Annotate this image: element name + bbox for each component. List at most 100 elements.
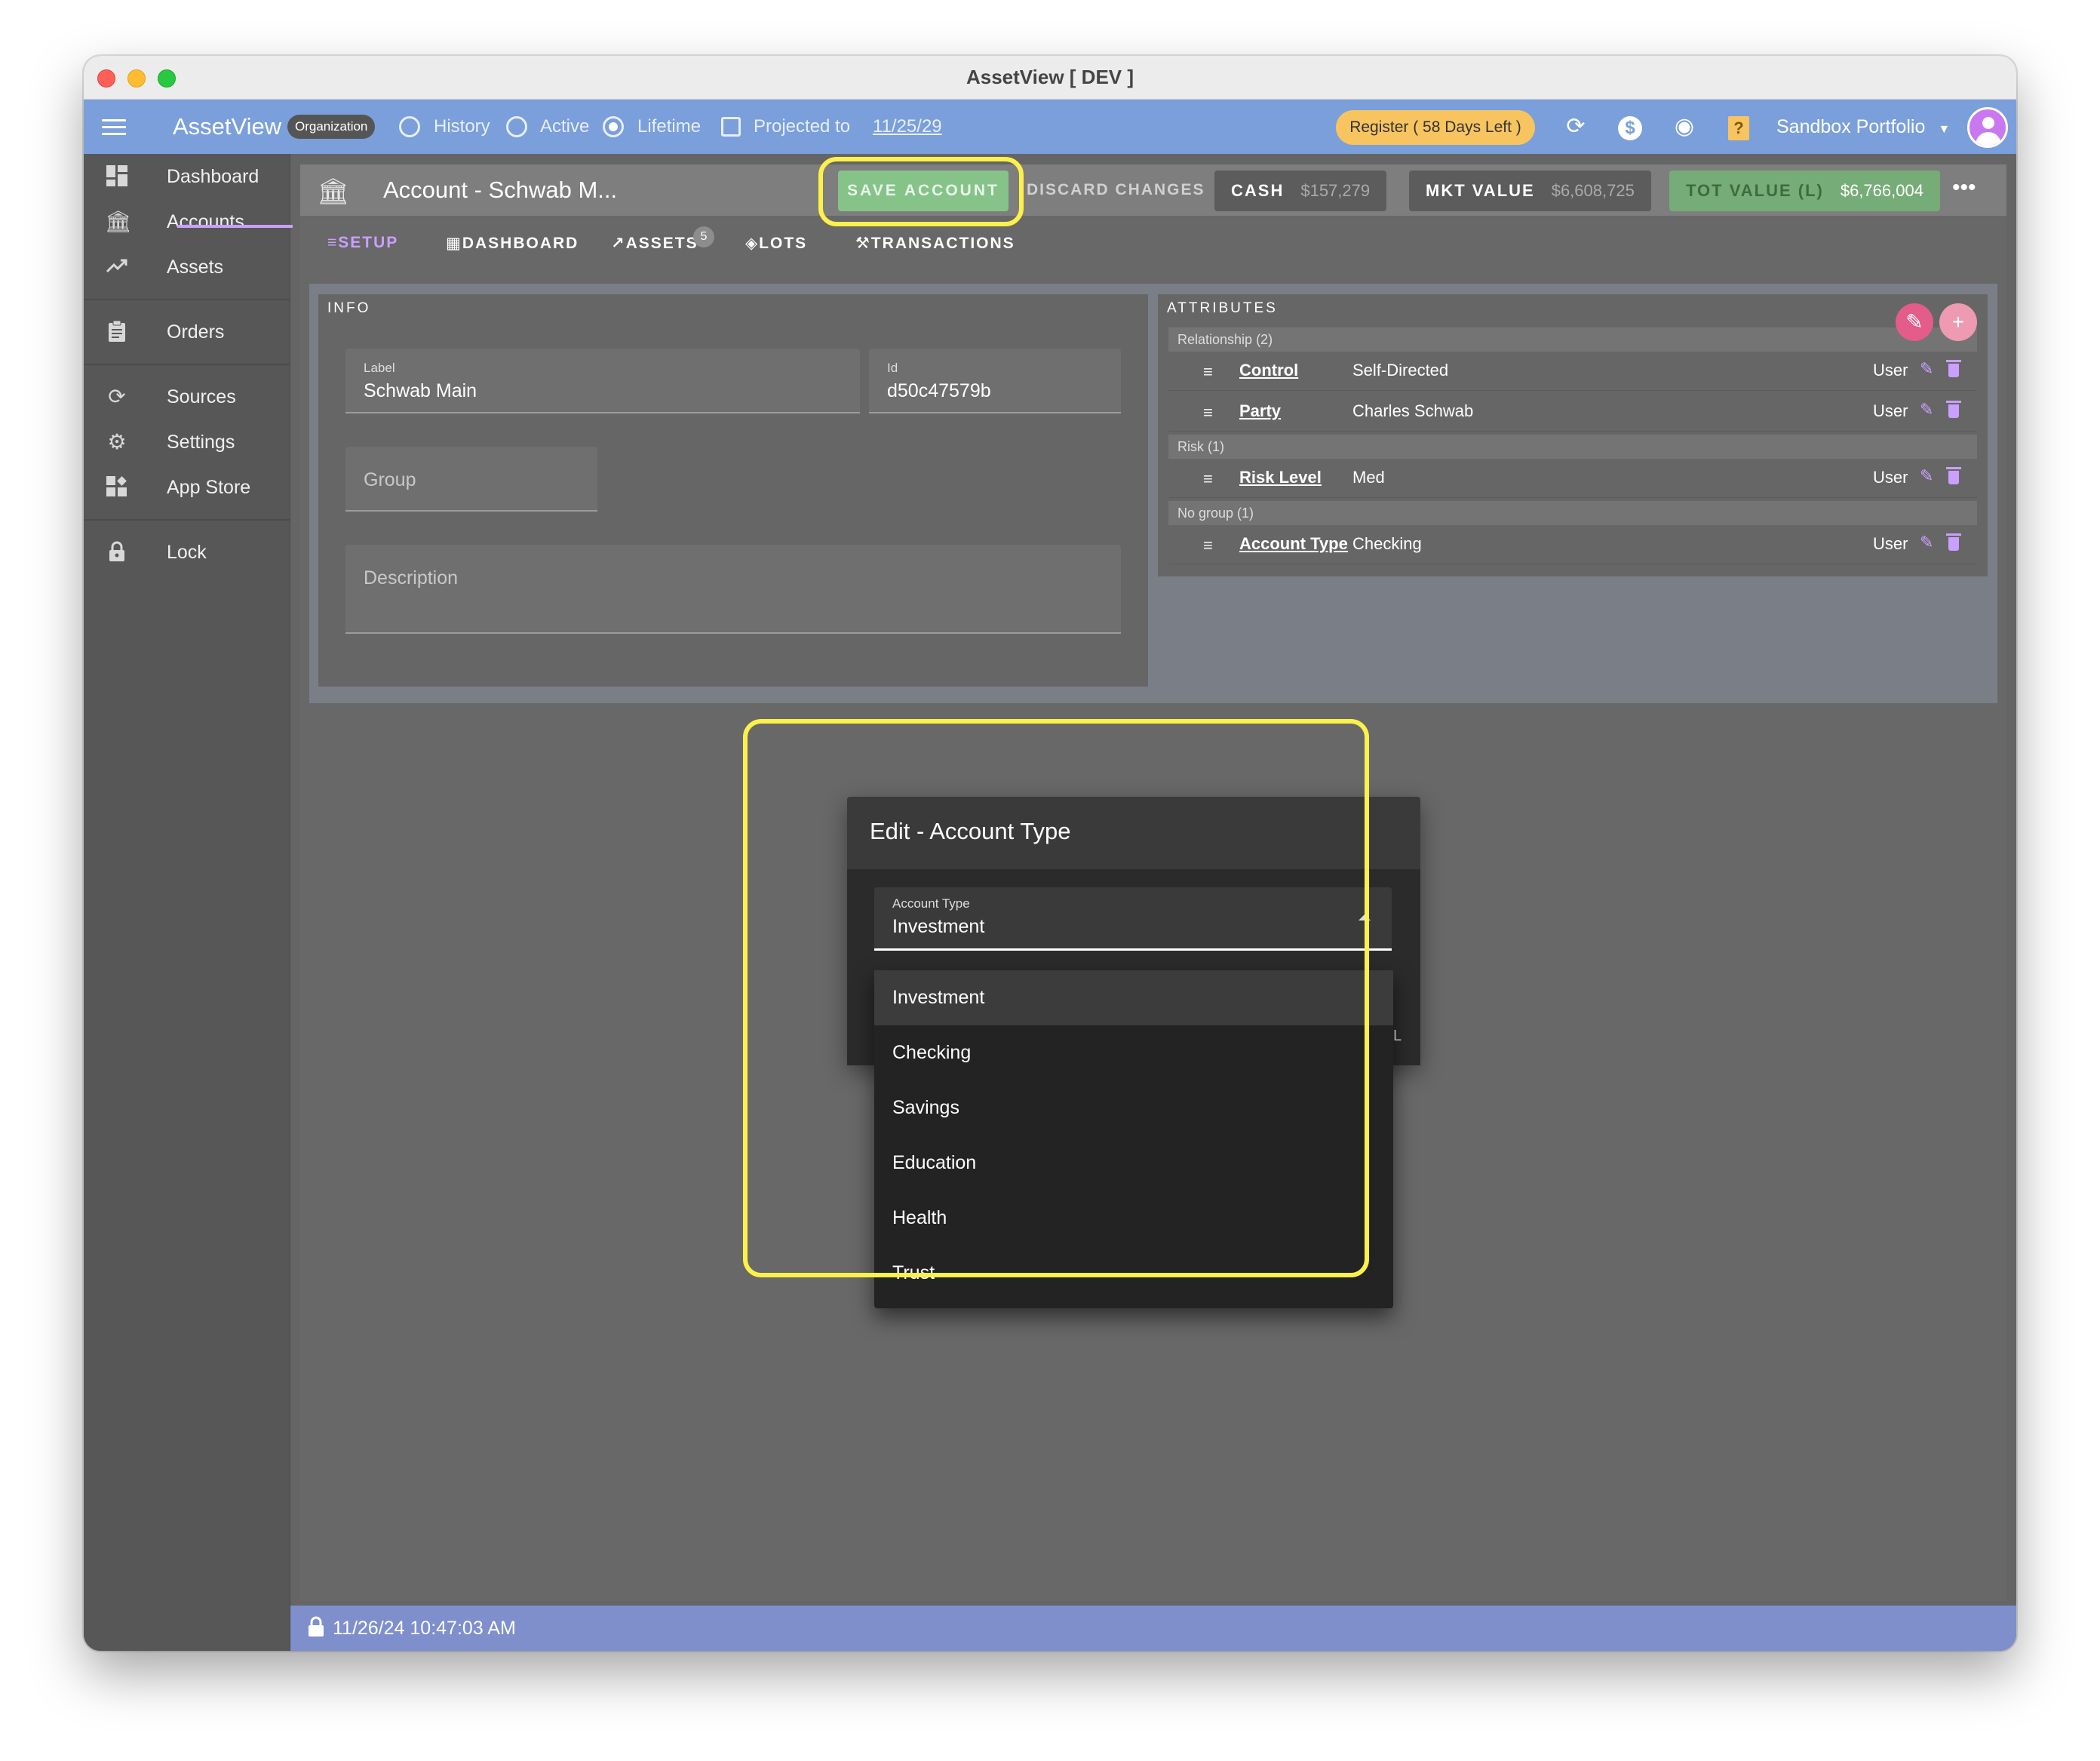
attribute-value: Med <box>1352 468 1385 487</box>
sidebar-item-label: Lock <box>167 542 207 563</box>
sidebar-item-dashboard[interactable]: Dashboard <box>84 154 290 199</box>
attribute-value: Checking <box>1352 534 1422 553</box>
attribute-value: Charles Schwab <box>1352 401 1474 420</box>
mkt-value-value: $6,608,725 <box>1551 181 1635 200</box>
tab-label: SETUP <box>338 234 399 251</box>
tab-transactions[interactable]: ⚒TRANSACTIONS <box>855 234 1015 253</box>
lock-icon <box>105 540 129 564</box>
info-panel: INFO Label Schwab Main Id d50c47579b Gro… <box>318 294 1148 687</box>
sidebar-item-label: App Store <box>167 477 251 498</box>
edit-pencil-icon[interactable]: ✎ <box>1920 466 1933 486</box>
delete-trash-icon[interactable] <box>1946 467 1961 484</box>
cash-chip: CASH $157,279 <box>1214 171 1387 211</box>
attribute-group-header: Risk (1) <box>1168 435 1977 459</box>
eye-icon[interactable]: ◉ <box>1671 113 1698 140</box>
sidebar-item-app-store[interactable]: App Store <box>84 465 290 510</box>
window-title: AssetView [ DEV ] <box>966 66 1134 88</box>
active-radio[interactable] <box>506 116 527 137</box>
dashboard-icon: ▦ <box>446 235 462 252</box>
sidebar-item-label: Assets <box>167 257 224 278</box>
portfolio-name: Sandbox Portfolio <box>1776 116 1926 137</box>
attribute-key-link[interactable]: Risk Level <box>1239 468 1322 487</box>
sync-icon[interactable]: ⟳ <box>1562 113 1589 140</box>
gavel-icon: ⚒ <box>855 235 871 252</box>
delete-trash-icon[interactable] <box>1946 401 1961 418</box>
add-attribute-button[interactable]: + <box>1939 303 1977 341</box>
group-field[interactable]: Group <box>345 447 597 512</box>
edit-attributes-button[interactable]: ✎ <box>1896 303 1933 341</box>
dialog-button-fragment: L <box>1393 1028 1402 1044</box>
label-field-label: Label <box>364 361 395 375</box>
sidebar-divider <box>84 299 290 300</box>
tab-setup[interactable]: ≡SETUP <box>327 234 398 252</box>
description-field[interactable]: Description <box>345 545 1121 634</box>
sidebar-item-label: Orders <box>167 321 225 343</box>
discard-changes-button[interactable]: DISCARD CHANGES <box>1027 181 1205 199</box>
sidebar-item-sources[interactable]: ⟳ Sources <box>84 374 290 420</box>
trending-up-icon <box>105 255 129 279</box>
avatar-icon[interactable] <box>1967 107 2008 148</box>
tab-label: ASSETS <box>625 235 698 252</box>
bank-icon: 🏛 <box>105 210 132 233</box>
attribute-source: User <box>1873 468 1908 487</box>
lifetime-radio[interactable] <box>603 116 624 137</box>
sidebar-item-settings[interactable]: ⚙ Settings <box>84 420 290 465</box>
label-field[interactable]: Label Schwab Main <box>345 349 860 413</box>
history-radio[interactable] <box>399 116 420 137</box>
app-brand: AssetView <box>173 113 282 140</box>
account-title: Account - Schwab M... <box>383 177 618 203</box>
more-options-icon[interactable]: ••• <box>1952 175 1976 201</box>
app-store-icon <box>105 475 129 499</box>
portfolio-selector[interactable]: Sandbox Portfolio ▼ <box>1776 116 1950 138</box>
projected-label: Projected to <box>754 116 851 137</box>
save-button-highlight <box>818 157 1024 226</box>
projected-checkbox[interactable] <box>721 117 741 137</box>
sidebar-item-orders[interactable]: Orders <box>84 309 290 355</box>
assets-count-badge: 5 <box>693 226 714 247</box>
delete-trash-icon[interactable] <box>1946 360 1961 377</box>
register-chip[interactable]: Register ( 58 Days Left ) <box>1336 110 1535 145</box>
attribute-key-link[interactable]: Account Type <box>1239 534 1348 554</box>
tab-dashboard[interactable]: ▦DASHBOARD <box>446 234 579 253</box>
sidebar-item-label: Dashboard <box>167 166 259 187</box>
tot-value-chip: TOT VALUE (L) $6,766,004 <box>1669 171 1940 211</box>
attribute-row: ≡ Risk Level Med User ✎ <box>1168 459 1977 498</box>
id-field[interactable]: Id d50c47579b <box>869 349 1121 413</box>
sync-icon: ⟳ <box>108 385 126 408</box>
menu-icon[interactable] <box>102 115 126 139</box>
lifetime-label: Lifetime <box>637 116 702 137</box>
sidebar-item-label: Settings <box>167 432 235 453</box>
delete-trash-icon[interactable] <box>1946 533 1961 551</box>
gear-icon: ⚙ <box>107 430 127 453</box>
sidebar-item-lock[interactable]: Lock <box>84 530 290 575</box>
help-icon[interactable]: ? <box>1725 113 1752 140</box>
tab-assets[interactable]: ↗ASSETS <box>611 234 698 253</box>
attribute-row: ≡ Party Charles Schwab User ✎ <box>1168 392 1977 432</box>
list-icon: ≡ <box>327 234 339 251</box>
sidebar-item-accounts[interactable]: 🏛 Accounts <box>84 199 290 244</box>
sidebar-item-label: Accounts <box>167 211 244 232</box>
active-label: Active <box>540 116 590 137</box>
dollar-icon[interactable]: $ <box>1616 113 1644 140</box>
sidebar-item-assets[interactable]: Assets <box>84 244 290 290</box>
tab-lots[interactable]: ◈LOTS <box>745 234 807 253</box>
clipboard-icon <box>105 320 129 344</box>
projected-date-link[interactable]: 11/25/29 <box>873 116 942 137</box>
edit-pencil-icon[interactable]: ✎ <box>1920 533 1933 552</box>
list-icon: ≡ <box>1203 403 1213 422</box>
layers-icon: ◈ <box>745 235 760 252</box>
attribute-row: ≡ Account Type Checking User ✎ <box>1168 525 1977 564</box>
organization-chip[interactable]: Organization <box>287 115 376 139</box>
tot-value-label: TOT VALUE (L) <box>1686 181 1824 200</box>
timestamp: 11/26/24 10:47:03 AM <box>333 1618 516 1639</box>
lock-icon[interactable] <box>307 1616 325 1643</box>
label-field-value: Schwab Main <box>364 380 477 401</box>
attribute-key-link[interactable]: Party <box>1239 401 1281 421</box>
edit-pencil-icon[interactable]: ✎ <box>1920 359 1933 379</box>
attribute-key-link[interactable]: Control <box>1239 361 1298 380</box>
list-icon: ≡ <box>1203 469 1213 488</box>
tab-label: TRANSACTIONS <box>870 235 1015 252</box>
trending-up-icon: ↗ <box>611 235 626 252</box>
attribute-source: User <box>1873 401 1908 420</box>
edit-pencil-icon[interactable]: ✎ <box>1920 400 1933 420</box>
